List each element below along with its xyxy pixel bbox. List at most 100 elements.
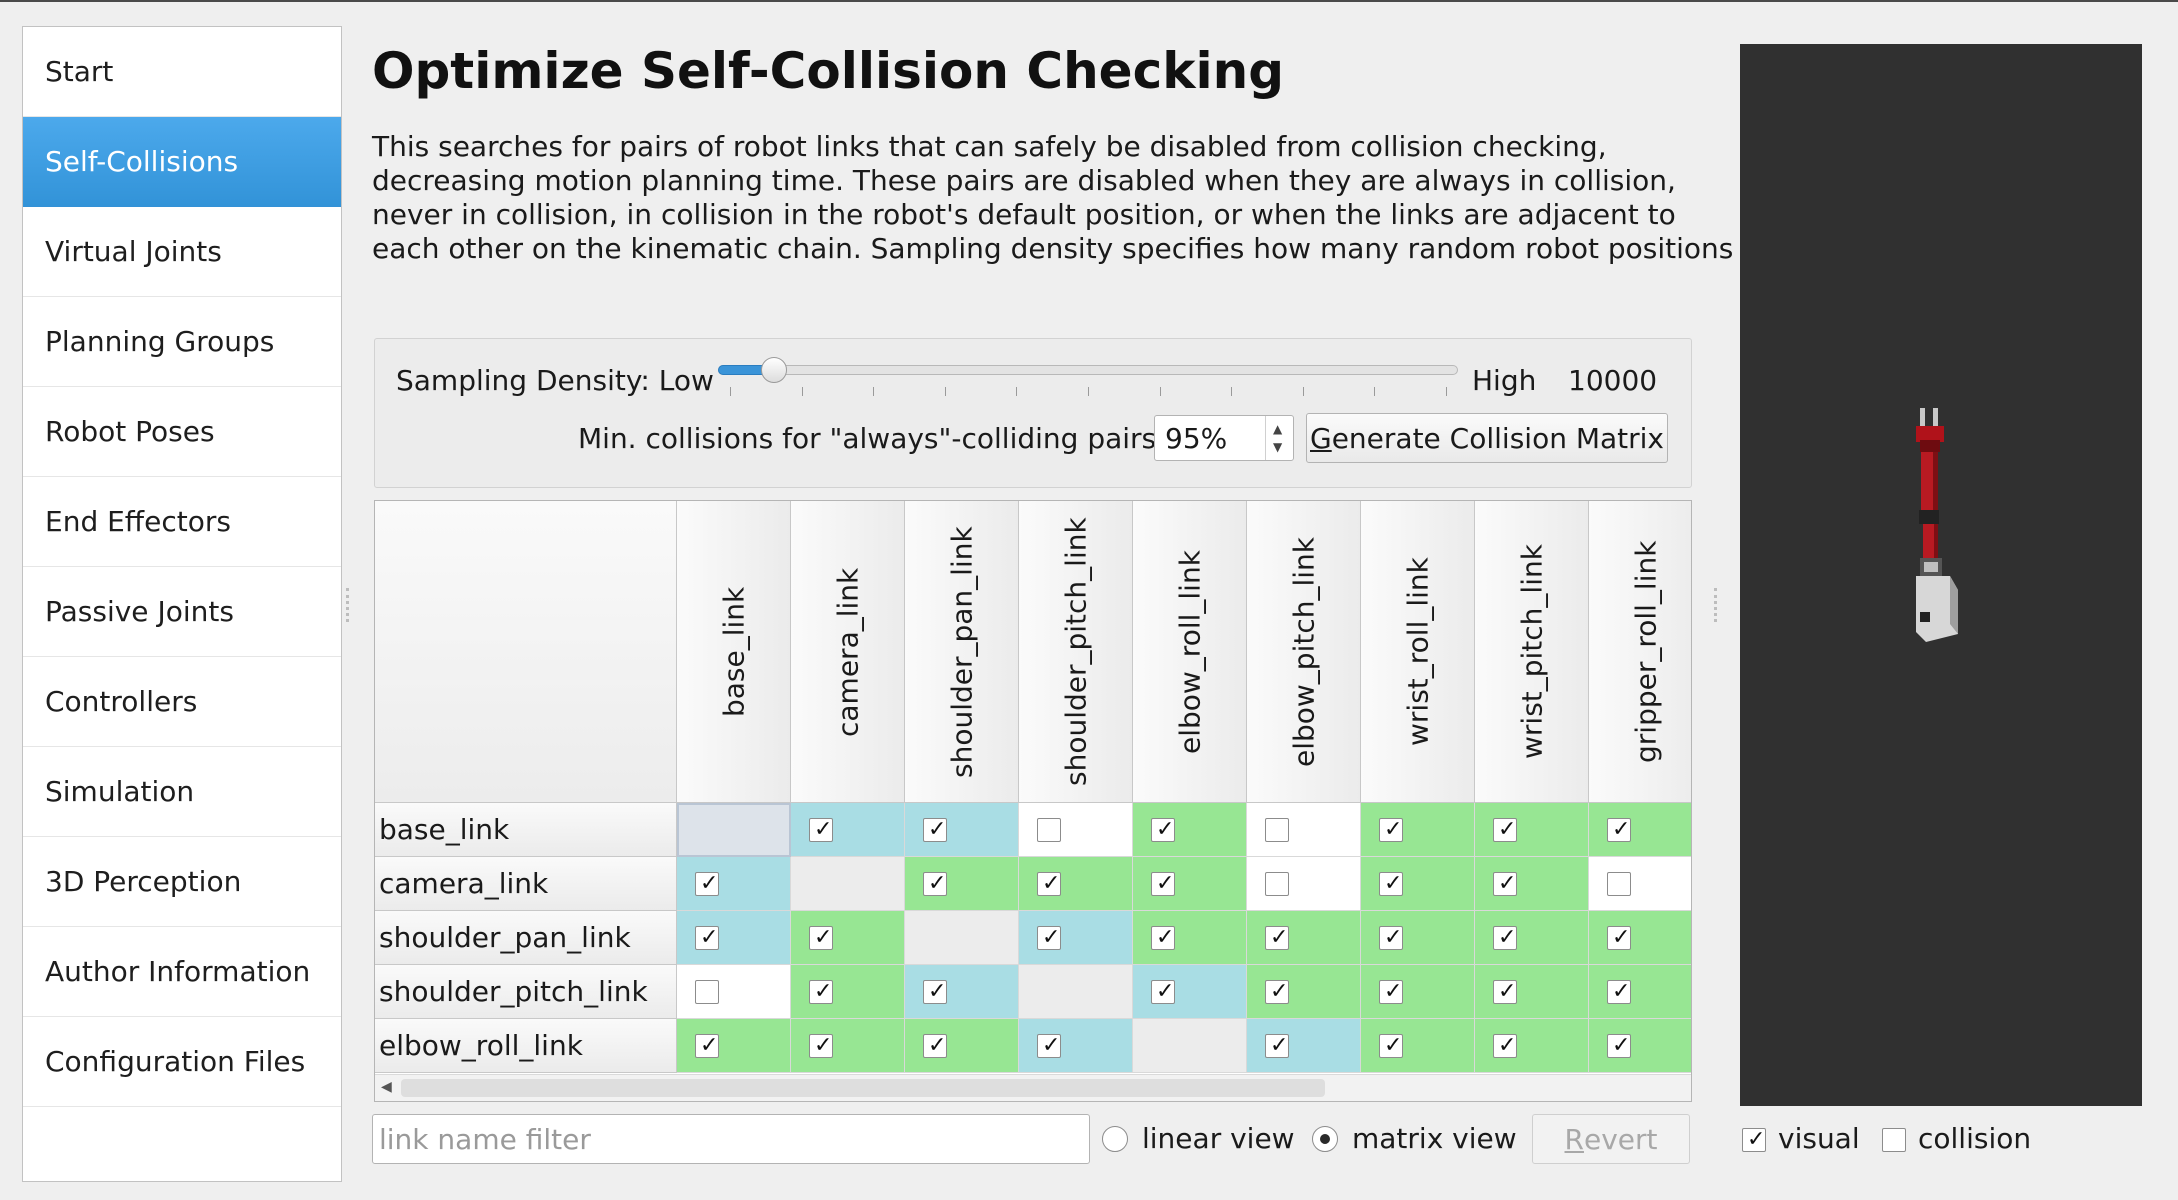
matrix-cell[interactable] [1247, 803, 1361, 857]
spin-down-icon[interactable]: ▼ [1273, 440, 1282, 454]
sidebar-item-3d-perception[interactable]: 3D Perception [23, 837, 341, 927]
matrix-cell[interactable]: ✓ [1361, 803, 1475, 857]
collision-checkbox[interactable]: ✓ [809, 818, 833, 842]
matrix-cell[interactable]: ✓ [677, 1019, 791, 1073]
matrix-cell[interactable]: ✓ [1589, 911, 1691, 965]
collision-checkbox[interactable]: ✓ [1607, 926, 1631, 950]
horizontal-scrollbar[interactable]: ◀ ▶ [375, 1074, 1691, 1101]
collision-checkbox[interactable] [1265, 818, 1289, 842]
linear-view-label[interactable]: linear view [1142, 1122, 1295, 1155]
matrix-cell[interactable]: ✓ [1019, 911, 1133, 965]
collision-checkbox[interactable] [1037, 818, 1061, 842]
collision-checkbox[interactable]: ✓ [1265, 1034, 1289, 1058]
collision-checkbox[interactable]: ✓ [923, 1034, 947, 1058]
collision-checkbox[interactable]: ✓ [809, 926, 833, 950]
sidebar-item-simulation[interactable]: Simulation [23, 747, 341, 837]
collision-checkbox[interactable]: ✓ [1493, 980, 1517, 1004]
matrix-cell[interactable]: ✓ [791, 1019, 905, 1073]
collision-checkbox[interactable]: ✓ [923, 818, 947, 842]
collision-checkbox[interactable]: ✓ [1265, 980, 1289, 1004]
matrix-cell[interactable]: ✓ [1475, 1019, 1589, 1073]
collision-checkbox[interactable]: ✓ [1151, 980, 1175, 1004]
matrix-cell[interactable]: ✓ [1475, 965, 1589, 1019]
matrix-view-radio[interactable] [1312, 1126, 1338, 1152]
matrix-cell[interactable]: ✓ [1475, 803, 1589, 857]
collision-label[interactable]: collision [1918, 1122, 2031, 1155]
sidebar-item-end-effectors[interactable]: End Effectors [23, 477, 341, 567]
matrix-cell[interactable]: ✓ [905, 857, 1019, 911]
slider-handle[interactable] [760, 357, 787, 383]
collision-checkbox[interactable]: ✓ [1379, 818, 1403, 842]
matrix-cell[interactable]: ✓ [677, 911, 791, 965]
matrix-view-label[interactable]: matrix view [1352, 1122, 1517, 1155]
collision-checkbox[interactable]: ✓ [1151, 872, 1175, 896]
min-collisions-spinbox[interactable]: 95% ▲ ▼ [1154, 415, 1294, 461]
collision-checkbox[interactable]: ✓ [1607, 980, 1631, 1004]
matrix-cell[interactable] [1589, 857, 1691, 911]
collision-checkbox[interactable] [695, 980, 719, 1004]
collision-checkbox[interactable]: ✓ [695, 1034, 719, 1058]
matrix-cell[interactable]: ✓ [1475, 857, 1589, 911]
collision-checkbox[interactable]: ✓ [1037, 926, 1061, 950]
sidebar-item-controllers[interactable]: Controllers [23, 657, 341, 747]
sidebar-item-passive-joints[interactable]: Passive Joints [23, 567, 341, 657]
collision-checkbox[interactable]: ✓ [1037, 1034, 1061, 1058]
collision-checkbox[interactable] [1607, 872, 1631, 896]
matrix-cell[interactable]: ✓ [1019, 857, 1133, 911]
collision-checkbox[interactable]: ✓ [1151, 926, 1175, 950]
matrix-cell[interactable]: ✓ [1361, 857, 1475, 911]
matrix-cell[interactable]: ✓ [1361, 911, 1475, 965]
matrix-cell[interactable]: ✓ [1361, 1019, 1475, 1073]
collision-checkbox[interactable]: ✓ [923, 872, 947, 896]
matrix-cell[interactable]: ✓ [1361, 965, 1475, 1019]
spin-up-icon[interactable]: ▲ [1273, 422, 1282, 436]
collision-checkbox[interactable]: ✓ [809, 1034, 833, 1058]
left-splitter-handle[interactable] [346, 588, 349, 622]
visual-label[interactable]: visual [1778, 1122, 1860, 1155]
collision-checkbox[interactable]: ✓ [1379, 980, 1403, 1004]
collision-checkbox[interactable]: ✓ [695, 926, 719, 950]
collision-checkbox[interactable]: ✓ [1493, 818, 1517, 842]
collision-checkbox[interactable]: ✓ [1493, 926, 1517, 950]
collision-checkbox[interactable]: ✓ [1379, 926, 1403, 950]
matrix-cell[interactable]: ✓ [1019, 1019, 1133, 1073]
matrix-cell[interactable]: ✓ [1589, 965, 1691, 1019]
sampling-density-slider[interactable] [718, 365, 1458, 375]
collision-checkbox[interactable]: ✓ [1037, 872, 1061, 896]
matrix-cell[interactable]: ✓ [791, 911, 905, 965]
collision-checkbox[interactable]: ✓ [1151, 818, 1175, 842]
collision-checkbox[interactable] [1882, 1128, 1906, 1152]
matrix-cell[interactable]: ✓ [791, 965, 905, 1019]
revert-button[interactable]: Revert [1532, 1114, 1690, 1164]
matrix-cell[interactable]: ✓ [905, 803, 1019, 857]
right-splitter-handle[interactable] [1714, 588, 1717, 622]
collision-checkbox[interactable]: ✓ [1607, 818, 1631, 842]
matrix-cell[interactable]: ✓ [905, 965, 1019, 1019]
spin-buttons[interactable]: ▲ ▼ [1265, 416, 1293, 460]
collision-checkbox[interactable]: ✓ [695, 872, 719, 896]
matrix-cell[interactable]: ✓ [677, 857, 791, 911]
sidebar-item-robot-poses[interactable]: Robot Poses [23, 387, 341, 477]
collision-checkbox[interactable]: ✓ [809, 980, 833, 1004]
sidebar-item-configuration-files[interactable]: Configuration Files [23, 1017, 341, 1107]
robot-3d-viewer[interactable] [1740, 44, 2142, 1106]
matrix-cell[interactable]: ✓ [1475, 911, 1589, 965]
visual-checkbox[interactable]: ✓ [1742, 1128, 1766, 1152]
collision-checkbox[interactable]: ✓ [1493, 872, 1517, 896]
matrix-cell[interactable] [677, 965, 791, 1019]
matrix-cell[interactable]: ✓ [1133, 857, 1247, 911]
matrix-cell[interactable]: ✓ [1133, 911, 1247, 965]
matrix-cell[interactable]: ✓ [1247, 911, 1361, 965]
matrix-cell[interactable]: ✓ [791, 803, 905, 857]
matrix-cell[interactable] [1247, 857, 1361, 911]
collision-checkbox[interactable]: ✓ [1379, 1034, 1403, 1058]
sidebar-item-virtual-joints[interactable]: Virtual Joints [23, 207, 341, 297]
matrix-cell[interactable]: ✓ [1247, 1019, 1361, 1073]
linear-view-radio[interactable] [1102, 1126, 1128, 1152]
collision-checkbox[interactable]: ✓ [1493, 1034, 1517, 1058]
matrix-cell[interactable] [1019, 803, 1133, 857]
sidebar-item-author-information[interactable]: Author Information [23, 927, 341, 1017]
horizontal-scroll-thumb[interactable] [401, 1079, 1325, 1097]
collision-checkbox[interactable] [1265, 872, 1289, 896]
sidebar-item-planning-groups[interactable]: Planning Groups [23, 297, 341, 387]
